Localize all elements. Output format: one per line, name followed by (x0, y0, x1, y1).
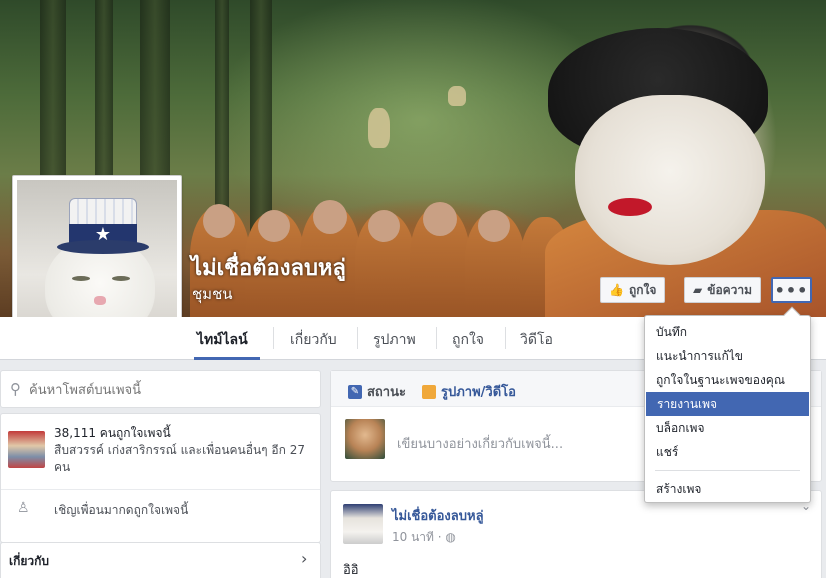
composer-input[interactable]: เขียนบางอย่างเกี่ยวกับเพจนี้... (397, 433, 563, 454)
menu-item-suggest-edits[interactable]: แนะนำการแก้ไข (645, 344, 810, 368)
page-category[interactable]: ชุมชน (192, 282, 233, 306)
friends-who-like[interactable]: สืบสวรรค์ เก่งสาริกรรณ์ และเพื่อนคนอื่นๆ… (54, 442, 314, 476)
globe-icon: ◍ (445, 530, 456, 544)
photo-tab-label: รูปภาพ/วิดีโอ (441, 385, 516, 400)
divider (1, 489, 320, 490)
tab-videos[interactable]: วิดีโอ (520, 329, 553, 351)
monk-head (478, 210, 510, 242)
thumbs-up-icon: 👍 (609, 283, 624, 297)
more-icon: ••• (774, 280, 809, 300)
cover-tree (250, 0, 272, 240)
page-search-box: ⚲ (0, 370, 321, 408)
menu-item-report-page[interactable]: รายงานเพจ (646, 392, 809, 416)
monk-head (203, 204, 235, 238)
menu-item-create-page[interactable]: สร้างเพจ (645, 477, 810, 501)
menu-item-save[interactable]: บันทึก (645, 320, 810, 344)
about-title: เกี่ยวกับ (9, 554, 50, 568)
cat-lips (608, 198, 652, 216)
menu-item-share[interactable]: แชร์ (645, 440, 810, 464)
status-tab-label: สถานะ (367, 385, 406, 400)
like-page-button[interactable]: 👍 ถูกใจ (600, 277, 666, 303)
hat-brim (57, 240, 149, 254)
more-options-menu: บันทึก แนะนำการแก้ไข ถูกใจในฐานะเพจของคุ… (644, 306, 811, 503)
active-tab-indicator (194, 357, 260, 360)
post-text: อิอิ (343, 563, 359, 578)
menu-divider (655, 470, 800, 471)
tab-likes[interactable]: ถูกใจ (452, 329, 484, 351)
tab-divider (436, 327, 437, 349)
tab-divider (273, 327, 274, 349)
pencil-icon: ✎ (348, 384, 362, 399)
about-section[interactable]: เกี่ยวกับ › (0, 542, 321, 578)
friend-thumbnail[interactable] (8, 431, 45, 468)
cat-eye (112, 276, 130, 281)
search-icon: ⚲ (10, 380, 21, 398)
tab-divider (505, 327, 506, 349)
page-likes-card: 38,111 คนถูกใจเพจนี้ สืบสวรรค์ เก่งสาริก… (0, 413, 321, 543)
avatar[interactable] (345, 419, 385, 459)
monk-head (423, 202, 457, 236)
photo-icon (422, 384, 436, 399)
cat-nose (94, 296, 106, 305)
message-button[interactable]: ▰ ข้อความ (684, 277, 762, 303)
photo-video-tab[interactable]: รูปภาพ/วิดีโอ (422, 381, 516, 402)
post-time-label: 10 นาที · (392, 530, 442, 544)
like-button-label: ถูกใจ (628, 282, 657, 297)
monk-head (313, 200, 347, 234)
tab-timeline[interactable]: ไทม์ไลน์ (197, 329, 248, 351)
cover-deer (368, 108, 390, 148)
tab-photos[interactable]: รูปภาพ (373, 329, 416, 351)
page-title[interactable]: ไม่เชื่อต้องลบหลู่ (191, 250, 346, 285)
menu-item-like-as-page[interactable]: ถูกใจในฐานะเพจของคุณ (645, 368, 810, 392)
cover-deer (448, 86, 466, 106)
add-friend-icon: ♙ (17, 500, 30, 516)
tab-about[interactable]: เกี่ยวกับ (290, 329, 337, 351)
post-avatar[interactable] (343, 504, 383, 544)
message-button-label: ข้อความ (707, 282, 753, 297)
cat-face (575, 95, 765, 265)
cat-eye (72, 276, 90, 281)
menu-item-block-page[interactable]: บล็อกเพจ (645, 416, 810, 440)
invite-friends-link[interactable]: เชิญเพื่อนมากดถูกใจเพจนี้ (54, 501, 188, 520)
post-author[interactable]: ไม่เชื่อต้องลบหลู่ (392, 505, 484, 526)
status-tab[interactable]: ✎ สถานะ (348, 381, 406, 402)
search-input[interactable] (29, 380, 309, 400)
post-timestamp[interactable]: 10 นาที · ◍ (392, 528, 456, 547)
message-icon: ▰ (693, 283, 703, 297)
tab-divider (357, 327, 358, 349)
monk-head (258, 210, 290, 242)
more-options-button[interactable]: ••• (771, 277, 812, 303)
chevron-right-icon: › (301, 549, 308, 568)
likes-count[interactable]: 38,111 คนถูกใจเพจนี้ (54, 424, 171, 443)
monk-head (368, 210, 400, 242)
post-card: ไม่เชื่อต้องลบหลู่ 10 นาที · ◍ ⌄ อิอิ (330, 490, 822, 578)
profile-image: ★ (17, 180, 177, 338)
